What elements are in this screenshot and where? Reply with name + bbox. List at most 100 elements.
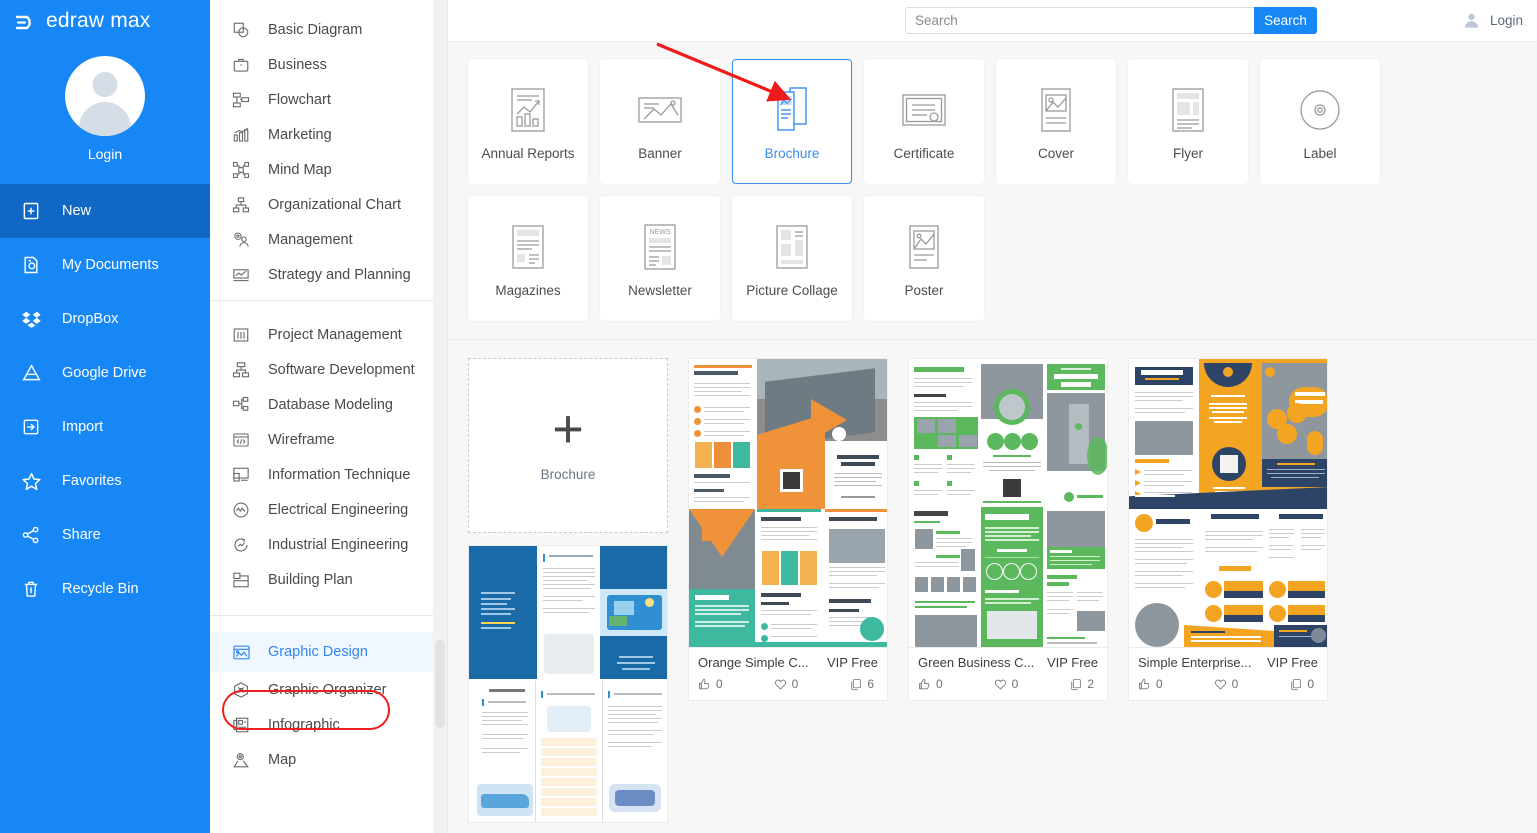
favorite-stat[interactable]: 0 — [1214, 677, 1238, 691]
type-card-label: Flyer — [1173, 146, 1203, 161]
category-label: Information Technique — [268, 466, 411, 483]
sidebar-nav: New My Documents DropBox Google Drive Im… — [0, 184, 210, 616]
type-card-label: Label — [1303, 146, 1337, 161]
type-card-poster[interactable]: Poster — [864, 196, 984, 321]
picture-collage-icon — [774, 219, 810, 275]
type-card-flyer[interactable]: Flyer — [1128, 59, 1248, 184]
type-card-annual-reports[interactable]: Annual Reports — [468, 59, 588, 184]
sidebar-item-recycle-bin[interactable]: Recycle Bin — [0, 562, 210, 616]
type-card-label[interactable]: Label — [1260, 59, 1380, 184]
like-count: 0 — [1156, 677, 1163, 691]
category-database-modeling[interactable]: Database Modeling — [210, 387, 447, 422]
category-scrollbar-track[interactable] — [433, 0, 447, 833]
template-type-cards: Annual Reports Banner Brochure Certifica… — [448, 42, 1537, 340]
category-electrical-engineering[interactable]: Electrical Engineering — [210, 492, 447, 527]
download-stat[interactable]: 2 — [1069, 677, 1094, 691]
like-stat[interactable]: 0 — [918, 677, 943, 691]
login-button[interactable]: Login — [1462, 11, 1523, 30]
sidebar-item-google-drive[interactable]: Google Drive — [0, 346, 210, 400]
infographic-icon — [230, 714, 252, 736]
category-wireframe[interactable]: Wireframe — [210, 422, 447, 457]
sidebar-account[interactable]: Login — [0, 42, 210, 162]
template-thumbnail[interactable] — [468, 545, 668, 823]
gallery-row: + Brochure Orange Simple C... VIP Free 0… — [468, 358, 1537, 823]
thumbnail-art — [469, 546, 667, 822]
category-business[interactable]: Business — [210, 47, 447, 82]
brand: edraw max — [0, 0, 210, 42]
documents-icon — [18, 252, 44, 278]
search-button[interactable]: Search — [1254, 7, 1317, 34]
download-stat[interactable]: 0 — [1289, 677, 1314, 691]
new-brochure-card[interactable]: + Brochure — [468, 358, 668, 533]
type-card-label: Picture Collage — [746, 283, 838, 298]
type-card-brochure[interactable]: Brochure — [732, 59, 852, 184]
category-label: Wireframe — [268, 431, 335, 448]
mind-map-icon — [230, 159, 252, 181]
download-stat[interactable]: 6 — [849, 677, 874, 691]
type-card-label: Annual Reports — [481, 146, 575, 161]
type-card-certificate[interactable]: Certificate — [864, 59, 984, 184]
search-input[interactable] — [905, 7, 1254, 34]
template-vip-badge: VIP Free — [1046, 655, 1098, 670]
category-information-technique[interactable]: Information Technique — [210, 457, 447, 492]
template-thumbnail[interactable] — [688, 358, 888, 648]
category-flowchart[interactable]: Flowchart — [210, 82, 447, 117]
type-card-banner[interactable]: Banner — [600, 59, 720, 184]
category-organizational-chart[interactable]: Organizational Chart — [210, 187, 447, 222]
brand-text: edraw max — [46, 9, 151, 32]
category-map[interactable]: Map — [210, 742, 447, 777]
category-building-plan[interactable]: Building Plan — [210, 562, 447, 597]
template-thumbnail[interactable] — [1128, 358, 1328, 648]
category-management[interactable]: Management — [210, 222, 447, 257]
avatar-head — [92, 72, 118, 97]
category-industrial-engineering[interactable]: Industrial Engineering — [210, 527, 447, 562]
template-meta-top: Orange Simple C... VIP Free — [698, 655, 878, 670]
thumbs-up-icon — [919, 678, 930, 689]
template-name: Simple Enterprise... — [1138, 655, 1252, 670]
sidebar-login-label: Login — [87, 146, 123, 162]
left-sidebar: edraw max Login New My Documents DropBox… — [0, 0, 210, 833]
gallery-item: Green Business C... VIP Free 0 0 2 — [908, 358, 1108, 823]
management-icon — [230, 229, 252, 251]
category-marketing[interactable]: Marketing — [210, 117, 447, 152]
template-thumbnail[interactable] — [908, 358, 1108, 648]
category-mind-map[interactable]: Mind Map — [210, 152, 447, 187]
category-strategy-and-planning[interactable]: Strategy and Planning — [210, 257, 447, 292]
category-label: Strategy and Planning — [268, 266, 411, 283]
category-project-management[interactable]: Project Management — [210, 317, 447, 352]
category-software-development[interactable]: Software Development — [210, 352, 447, 387]
category-label: Management — [268, 231, 353, 248]
type-card-picture-collage[interactable]: Picture Collage — [732, 196, 852, 321]
main-panel: Search Login — [448, 0, 1537, 833]
like-stat[interactable]: 0 — [698, 677, 723, 691]
category-sidebar[interactable]: Basic Diagram Business Flowchart Marketi… — [210, 0, 448, 833]
type-card-magazines[interactable]: Magazines — [468, 196, 588, 321]
like-stat[interactable]: 0 — [1138, 677, 1163, 691]
category-graphic-organizer[interactable]: Graphic Organizer — [210, 672, 447, 707]
template-vip-badge: VIP Free — [1266, 655, 1318, 670]
favorite-stat[interactable]: 0 — [994, 677, 1018, 691]
sidebar-item-share[interactable]: Share — [0, 508, 210, 562]
download-count: 6 — [867, 677, 874, 691]
category-label: Industrial Engineering — [268, 536, 409, 553]
category-basic-diagram[interactable]: Basic Diagram — [210, 12, 447, 47]
sidebar-item-my-documents[interactable]: My Documents — [0, 238, 210, 292]
type-card-cover[interactable]: Cover — [996, 59, 1116, 184]
category-scrollbar-thumb[interactable] — [435, 640, 445, 728]
favorite-stat[interactable]: 0 — [774, 677, 799, 691]
type-card-label: Certificate — [893, 146, 955, 161]
favorite-count: 0 — [791, 677, 799, 691]
thumbnail-art — [689, 359, 887, 647]
sidebar-item-import[interactable]: Import — [0, 400, 210, 454]
type-card-label: Poster — [904, 283, 944, 298]
sidebar-item-favorites[interactable]: Favorites — [0, 454, 210, 508]
category-graphic-design[interactable]: Graphic Design — [210, 632, 447, 672]
sidebar-item-new[interactable]: New — [0, 184, 210, 238]
category-label: Mind Map — [268, 161, 332, 178]
category-infographic[interactable]: Infographic — [210, 707, 447, 742]
sidebar-item-label: My Documents — [62, 257, 159, 273]
strategy-icon — [230, 264, 252, 286]
sidebar-item-dropbox[interactable]: DropBox — [0, 292, 210, 346]
sidebar-item-label: New — [62, 203, 92, 219]
type-card-newsletter[interactable]: NEWS Newsletter — [600, 196, 720, 321]
